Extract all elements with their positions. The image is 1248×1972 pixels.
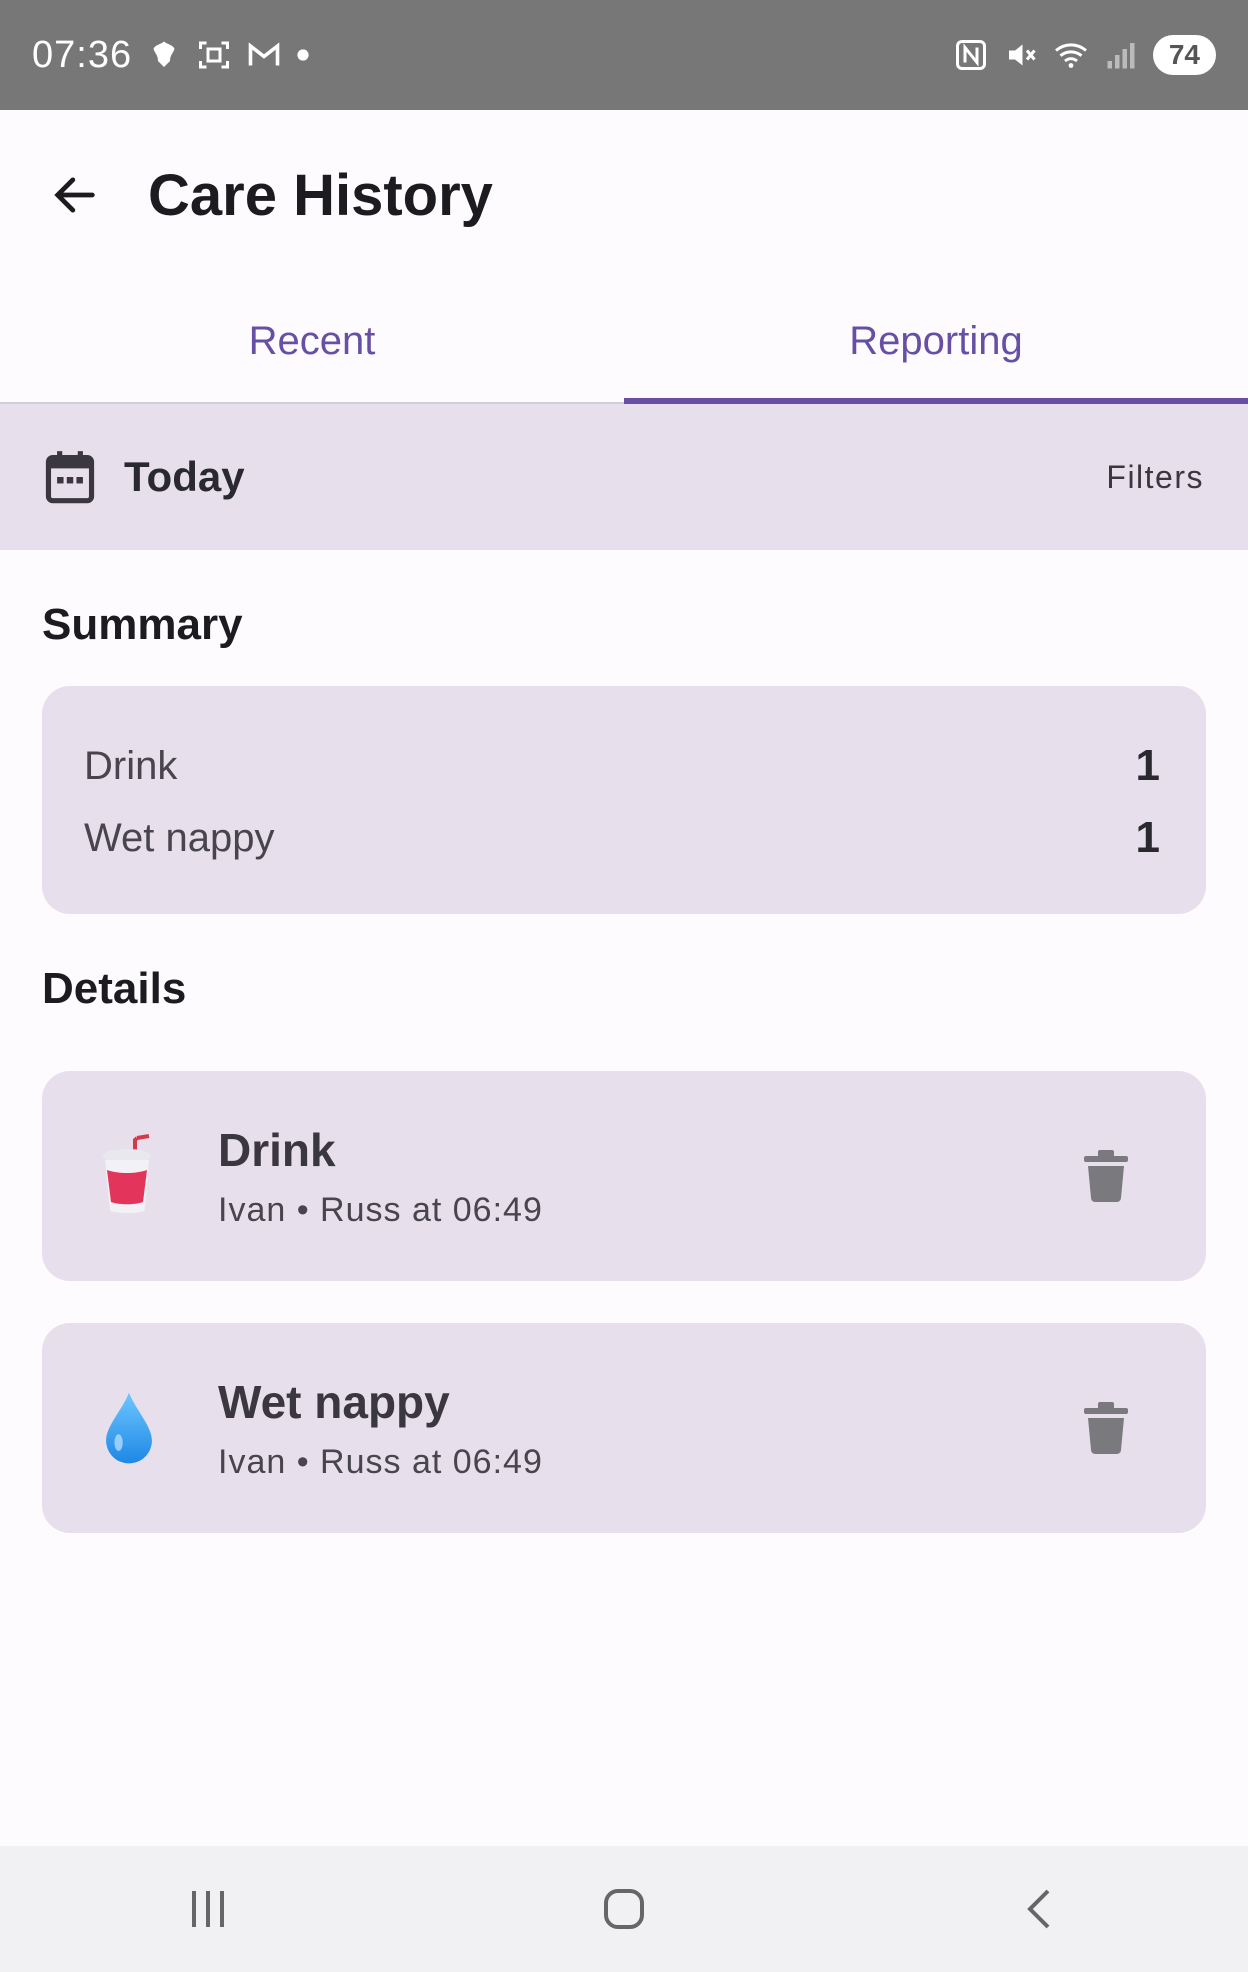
top-app-bar: Care History [0, 110, 1248, 280]
cup-with-straw-icon [84, 1131, 174, 1221]
summary-count: 1 [1135, 813, 1160, 862]
date-bar: Today Filters [0, 404, 1248, 550]
detail-subtitle: Ivan • Russ at 06:49 [218, 1442, 543, 1481]
detail-text: Drink Ivan • Russ at 06:49 [218, 1123, 543, 1230]
recent-apps-button[interactable] [148, 1859, 268, 1959]
screenshot-icon [199, 41, 230, 69]
summary-card: Drink 1 Wet nappy 1 [42, 686, 1206, 914]
nfc-icon [955, 40, 986, 70]
droplet-icon [84, 1383, 174, 1473]
details-title: Details [42, 964, 187, 1013]
detail-item-drink[interactable]: Drink Ivan • Russ at 06:49 [42, 1071, 1206, 1281]
detail-text: Wet nappy Ivan • Russ at 06:49 [218, 1375, 543, 1482]
detail-title: Drink [218, 1123, 336, 1176]
chevron-left-icon [1027, 1889, 1050, 1929]
delete-icon[interactable] [1084, 1150, 1128, 1202]
arrow-left-icon [54, 177, 95, 213]
back-nav-button[interactable] [980, 1859, 1100, 1959]
summary-title: Summary [42, 600, 243, 649]
tab-recent[interactable]: Recent [0, 280, 624, 402]
mute-icon [1008, 44, 1036, 66]
detail-title: Wet nappy [218, 1375, 450, 1428]
detail-item-wet-nappy[interactable]: Wet nappy Ivan • Russ at 06:49 [42, 1323, 1206, 1533]
summary-count: 1 [1135, 741, 1160, 790]
battery-level: 74 [1152, 35, 1216, 75]
back-button[interactable] [20, 140, 130, 250]
home-button[interactable] [564, 1859, 684, 1959]
page-title: Care History [148, 162, 493, 228]
dot-icon [297, 49, 309, 61]
signal-icon [1107, 43, 1135, 69]
summary-label: Drink [84, 743, 178, 788]
summary-label: Wet nappy [84, 815, 275, 860]
status-bar: 07:36 74 [0, 0, 1248, 110]
filters-button[interactable]: Filters [1106, 459, 1204, 496]
gmail-icon [248, 42, 280, 66]
delete-icon[interactable] [1084, 1402, 1128, 1454]
recent-apps-icon [192, 1891, 224, 1927]
wifi-icon [1054, 43, 1087, 68]
home-icon [604, 1889, 644, 1929]
status-time: 07:36 [32, 33, 133, 76]
tab-row: Recent Reporting [0, 280, 1248, 404]
system-nav-bar [0, 1846, 1248, 1972]
tab-reporting[interactable]: Reporting [624, 280, 1248, 404]
detail-subtitle: Ivan • Russ at 06:49 [218, 1190, 543, 1229]
summary-row: Wet nappy 1 [84, 802, 1160, 874]
calendar-icon[interactable] [44, 449, 96, 505]
date-label[interactable]: Today [124, 453, 245, 501]
summary-row: Drink 1 [84, 730, 1160, 802]
barclays-eagle-icon [153, 41, 175, 67]
